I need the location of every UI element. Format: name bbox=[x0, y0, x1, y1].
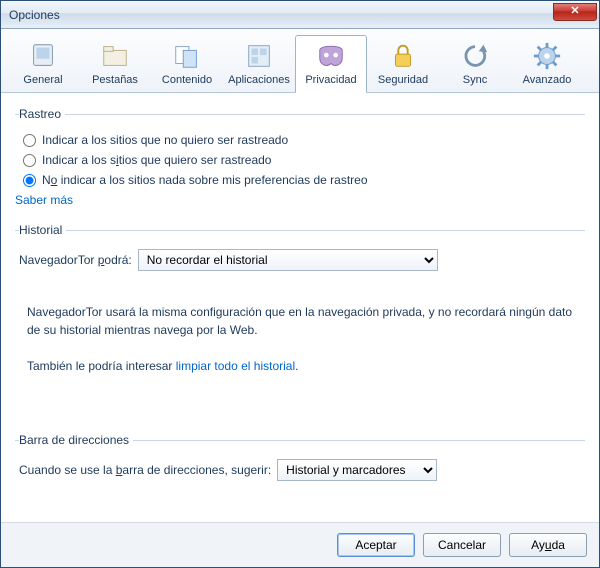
tab-label: Aplicaciones bbox=[226, 74, 292, 86]
history-description: NavegadorTor usará la misma configuració… bbox=[27, 303, 573, 375]
locationbar-group: Barra de direcciones Cuando se use la ba… bbox=[15, 433, 585, 489]
tabs-icon bbox=[99, 40, 131, 72]
tab-label: General bbox=[10, 74, 76, 86]
tab-avanzado[interactable]: Avanzado bbox=[511, 35, 583, 92]
locationbar-legend: Barra de direcciones bbox=[19, 433, 133, 447]
tab-label: Privacidad bbox=[298, 74, 364, 86]
radio-label: Indicar a los sitios que quiero ser rast… bbox=[42, 153, 271, 167]
history-mode-row: NavegadorTor podrá: No recordar el histo… bbox=[19, 249, 581, 271]
screen-icon bbox=[27, 40, 59, 72]
dialog-footer: Aceptar Cancelar Ayuda bbox=[1, 522, 599, 567]
tab-pestanas[interactable]: Pestañas bbox=[79, 35, 151, 92]
tab-contenido[interactable]: Contenido bbox=[151, 35, 223, 92]
titlebar[interactable]: Opciones ✕ bbox=[1, 1, 599, 29]
radio-dnt-yes[interactable] bbox=[23, 154, 36, 167]
history-mode-select[interactable]: No recordar el historial bbox=[138, 249, 438, 271]
tracking-opt-no-pref[interactable]: No indicar a los sitios nada sobre mis p… bbox=[23, 173, 581, 187]
radio-dnt-none[interactable] bbox=[23, 174, 36, 187]
tracking-group: Rastreo Indicar a los sitios que no quie… bbox=[15, 107, 585, 213]
learn-more-link[interactable]: Saber más bbox=[15, 193, 73, 207]
history-legend: Historial bbox=[19, 223, 66, 237]
history-desc-1: NavegadorTor usará la misma configuració… bbox=[27, 303, 573, 339]
tab-seguridad[interactable]: Seguridad bbox=[367, 35, 439, 92]
tracking-legend: Rastreo bbox=[19, 107, 65, 121]
radio-dnt-no[interactable] bbox=[23, 134, 36, 147]
mask-icon bbox=[315, 40, 347, 72]
tab-sync[interactable]: Sync bbox=[439, 35, 511, 92]
lock-icon bbox=[387, 40, 419, 72]
tab-privacidad[interactable]: Privacidad bbox=[295, 35, 367, 92]
sync-icon bbox=[459, 40, 491, 72]
tab-general[interactable]: General bbox=[7, 35, 79, 92]
help-button[interactable]: Ayuda bbox=[509, 533, 587, 557]
tab-label: Seguridad bbox=[370, 74, 436, 86]
tab-label: Sync bbox=[442, 74, 508, 86]
tab-label: Avanzado bbox=[514, 74, 580, 86]
options-dialog: Opciones ✕ General Pestañas Contenido bbox=[0, 0, 600, 568]
tab-toolbar: General Pestañas Contenido Aplicaciones … bbox=[1, 29, 599, 93]
tracking-opt-do-not-track[interactable]: Indicar a los sitios que no quiero ser r… bbox=[23, 133, 581, 147]
tab-aplicaciones[interactable]: Aplicaciones bbox=[223, 35, 295, 92]
tracking-opt-allow-track[interactable]: Indicar a los sitios que quiero ser rast… bbox=[23, 153, 581, 167]
history-group: Historial NavegadorTor podrá: No recorda… bbox=[15, 223, 585, 423]
applications-icon bbox=[243, 40, 275, 72]
window-title: Opciones bbox=[9, 8, 553, 22]
gear-icon bbox=[531, 40, 563, 72]
locationbar-suggest-row: Cuando se use la barra de direcciones, s… bbox=[19, 459, 581, 481]
tab-label: Pestañas bbox=[82, 74, 148, 86]
tab-label: Contenido bbox=[154, 74, 220, 86]
accept-button[interactable]: Aceptar bbox=[337, 533, 415, 557]
radio-label: No indicar a los sitios nada sobre mis p… bbox=[42, 173, 368, 187]
radio-label: Indicar a los sitios que no quiero ser r… bbox=[42, 133, 288, 147]
content-area: Rastreo Indicar a los sitios que no quie… bbox=[1, 93, 599, 522]
cancel-button[interactable]: Cancelar bbox=[423, 533, 501, 557]
close-button[interactable]: ✕ bbox=[553, 3, 597, 21]
locationbar-suggest-select[interactable]: Historial y marcadores bbox=[277, 459, 437, 481]
history-desc-2: También le podría interesar limpiar todo… bbox=[27, 357, 573, 375]
content-icon bbox=[171, 40, 203, 72]
locationbar-suggest-label: Cuando se use la barra de direcciones, s… bbox=[19, 463, 271, 477]
history-mode-label: NavegadorTor podrá: bbox=[19, 253, 132, 267]
clear-history-link[interactable]: limpiar todo el historial bbox=[176, 359, 295, 373]
